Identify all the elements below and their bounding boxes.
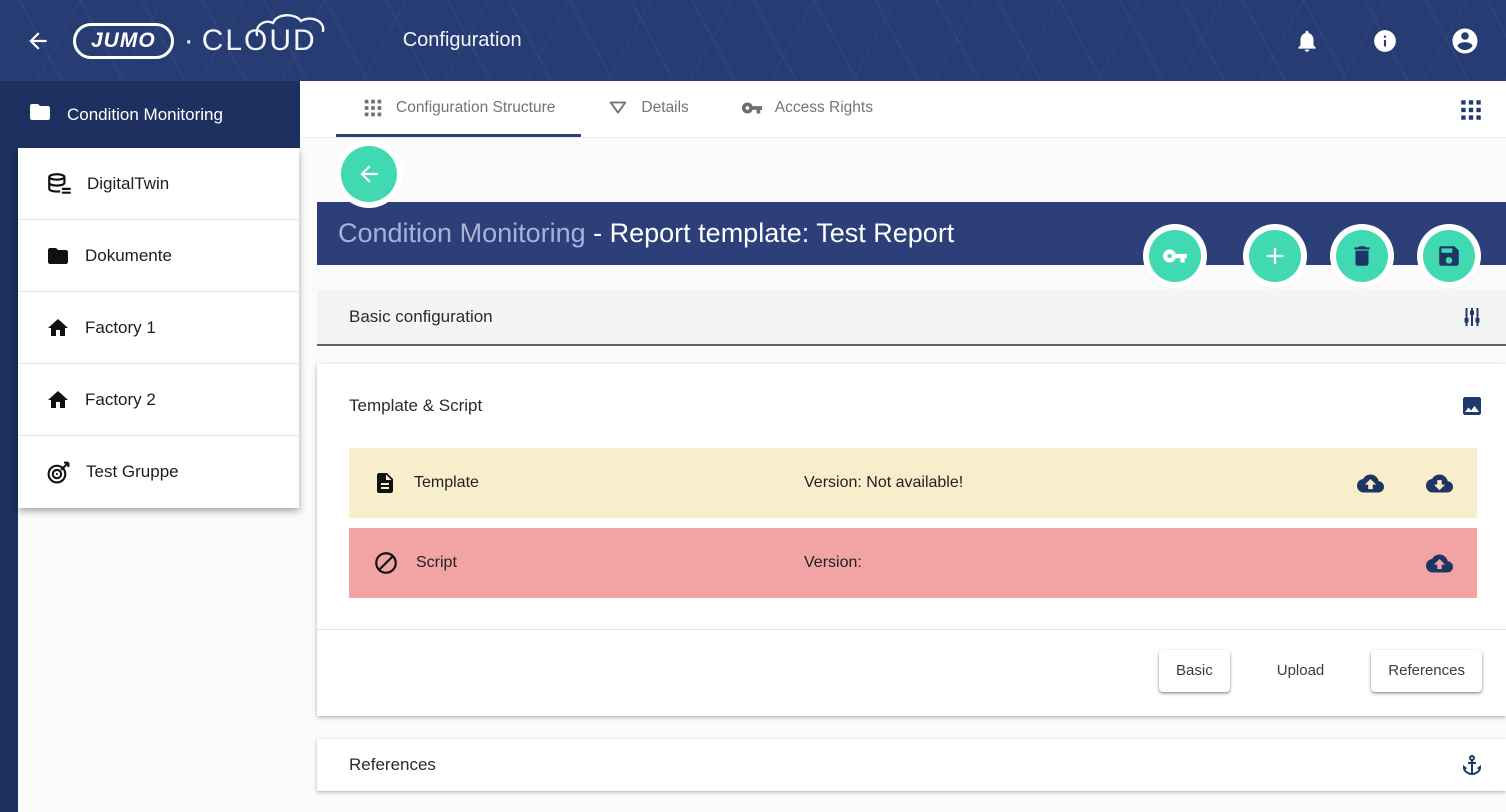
tab-details[interactable]: Details <box>581 81 714 137</box>
target-icon <box>46 460 71 485</box>
main-area: Configuration Structure Details Access R… <box>300 81 1506 812</box>
template-row: Template Version: Not available! <box>349 448 1477 518</box>
tab-configuration-structure[interactable]: Configuration Structure <box>336 81 581 137</box>
sidebar-item-condition-monitoring[interactable]: Condition Monitoring <box>0 81 300 148</box>
detail-content: Condition Monitoring - Report template: … <box>300 138 1506 812</box>
jumo-cloud-logo: JUMO · CLOUD <box>73 23 327 59</box>
topbar-actions <box>1294 26 1480 56</box>
home-icon <box>46 388 70 412</box>
template-script-title: Template & Script <box>349 396 482 416</box>
image-icon[interactable] <box>1460 394 1484 418</box>
card-actions: Basic Upload References <box>317 649 1506 692</box>
sidebar-item-dokumente[interactable]: Dokumente <box>18 220 299 292</box>
template-version-text: Version: Not available! <box>804 474 963 492</box>
tab-label: Details <box>641 99 688 117</box>
blocked-file-icon <box>373 550 399 576</box>
notifications-bell-icon[interactable] <box>1294 28 1320 54</box>
cloud-outline-icon <box>253 11 331 39</box>
apps-grid-icon[interactable] <box>1458 97 1484 123</box>
sidebar-item-digitaltwin[interactable]: DigitalTwin <box>18 148 299 220</box>
sidebar: Condition Monitoring DigitalTwin Dokumen… <box>0 81 300 812</box>
tab-access-rights[interactable]: Access Rights <box>715 81 899 137</box>
basic-configuration-section[interactable]: Basic configuration <box>317 290 1506 346</box>
tabbar: Configuration Structure Details Access R… <box>300 81 1506 138</box>
funnel-icon <box>607 97 629 119</box>
home-icon <box>46 316 70 340</box>
sidebar-item-label: Factory 1 <box>85 318 156 338</box>
cloud-upload-icon[interactable] <box>1426 550 1453 577</box>
sliders-tune-icon[interactable] <box>1460 305 1484 329</box>
script-row: Script Version: <box>349 528 1477 598</box>
sidebar-item-label: Test Gruppe <box>86 462 179 482</box>
cloud-download-icon[interactable] <box>1426 470 1453 497</box>
back-fab-button[interactable] <box>341 146 397 202</box>
template-row-label: Template <box>414 474 479 492</box>
sidebar-item-label: DigitalTwin <box>87 174 169 194</box>
tab-label: Configuration Structure <box>396 99 555 117</box>
tab-label: Access Rights <box>775 99 873 117</box>
script-row-label: Script <box>416 554 457 572</box>
access-rights-fab-key-icon[interactable] <box>1149 230 1201 282</box>
references-label: References <box>349 755 436 775</box>
account-icon[interactable] <box>1450 26 1480 56</box>
detail-title: - Report template: Test Report <box>586 218 955 249</box>
brand-separator-dot: · <box>184 24 194 58</box>
sidebar-item-test-gruppe[interactable]: Test Gruppe <box>18 436 299 508</box>
upload-button[interactable]: Upload <box>1260 650 1342 692</box>
document-icon <box>373 471 397 495</box>
cloud-upload-icon[interactable] <box>1357 470 1384 497</box>
cloud-logo: CLOUD <box>202 24 327 58</box>
folder-icon <box>46 244 70 268</box>
topbar: JUMO · CLOUD Configuration <box>0 0 1506 81</box>
page-title: Configuration <box>403 29 522 52</box>
script-version-text: Version: <box>804 554 862 572</box>
add-fab-plus-icon[interactable] <box>1249 230 1301 282</box>
delete-fab-trash-icon[interactable] <box>1336 230 1388 282</box>
references-section[interactable]: References <box>317 739 1506 791</box>
info-icon[interactable] <box>1372 28 1398 54</box>
key-icon <box>741 97 763 119</box>
sidebar-item-label: Dokumente <box>85 246 172 266</box>
folder-icon <box>28 100 52 129</box>
detail-title-prefix: Condition Monitoring <box>338 218 586 249</box>
sidebar-item-factory-2[interactable]: Factory 2 <box>18 364 299 436</box>
back-icon[interactable] <box>25 28 51 54</box>
detail-header-band: Condition Monitoring - Report template: … <box>317 202 1506 265</box>
sidebar-item-factory-1[interactable]: Factory 1 <box>18 292 299 364</box>
card-divider <box>317 629 1506 630</box>
sidebar-tree-panel: DigitalTwin Dokumente Factory 1 Factory … <box>18 148 299 508</box>
template-script-header: Template & Script <box>317 364 1506 448</box>
sidebar-item-label: Condition Monitoring <box>67 105 223 125</box>
jumo-logo: JUMO <box>73 23 174 59</box>
basic-button[interactable]: Basic <box>1159 650 1230 692</box>
basic-configuration-label: Basic configuration <box>349 307 493 327</box>
template-script-card: Template & Script Template Version: Not … <box>317 364 1506 716</box>
anchor-icon[interactable] <box>1460 753 1484 777</box>
sidebar-item-label: Factory 2 <box>85 390 156 410</box>
digital-twin-icon <box>46 171 72 197</box>
save-fab-floppy-icon[interactable] <box>1423 230 1475 282</box>
grid-icon <box>362 97 384 119</box>
references-button[interactable]: References <box>1371 650 1482 692</box>
